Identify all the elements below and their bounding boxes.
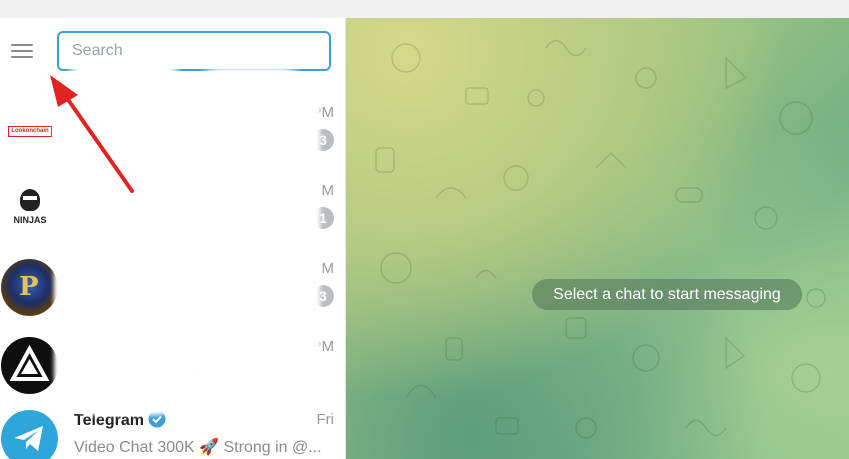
triangle-logo-icon (9, 344, 50, 381)
chat-preview: Video Chat 300K 🚀 Strong in @... (74, 439, 322, 456)
redaction-mask (54, 63, 194, 415)
coin-avatar: P (1, 259, 58, 316)
chat-time: M (321, 182, 335, 199)
empty-state-message: Select a chat to start messaging (532, 279, 802, 310)
chat-time: Fri (316, 411, 335, 428)
redaction-mask (182, 68, 320, 390)
chat-pane-empty: Select a chat to start messaging (346, 18, 849, 459)
chat-list-item-telegram[interactable]: Telegram Fri Video Chat 300K 🚀 Strong in… (0, 403, 345, 459)
doodle-pattern (375, 39, 826, 439)
avatar-logo-text: NINJAS (13, 215, 47, 225)
triangle-logo-avatar (1, 337, 58, 394)
paper-plane-icon (14, 426, 43, 451)
chat-list-sidebar: Lookonchain in PM elo 3 NINJAS as M S 1 … (0, 18, 346, 459)
top-bar (0, 0, 849, 18)
telegram-avatar (1, 410, 58, 459)
avatar-logo-text: Lookonchain (8, 126, 52, 137)
chat-time: M (321, 260, 335, 277)
coin-p-icon: P (19, 272, 39, 302)
hamburger-menu-icon[interactable] (8, 38, 38, 64)
lookonchain-avatar: Lookonchain (1, 103, 58, 160)
ninjas-avatar: NINJAS (1, 181, 58, 238)
